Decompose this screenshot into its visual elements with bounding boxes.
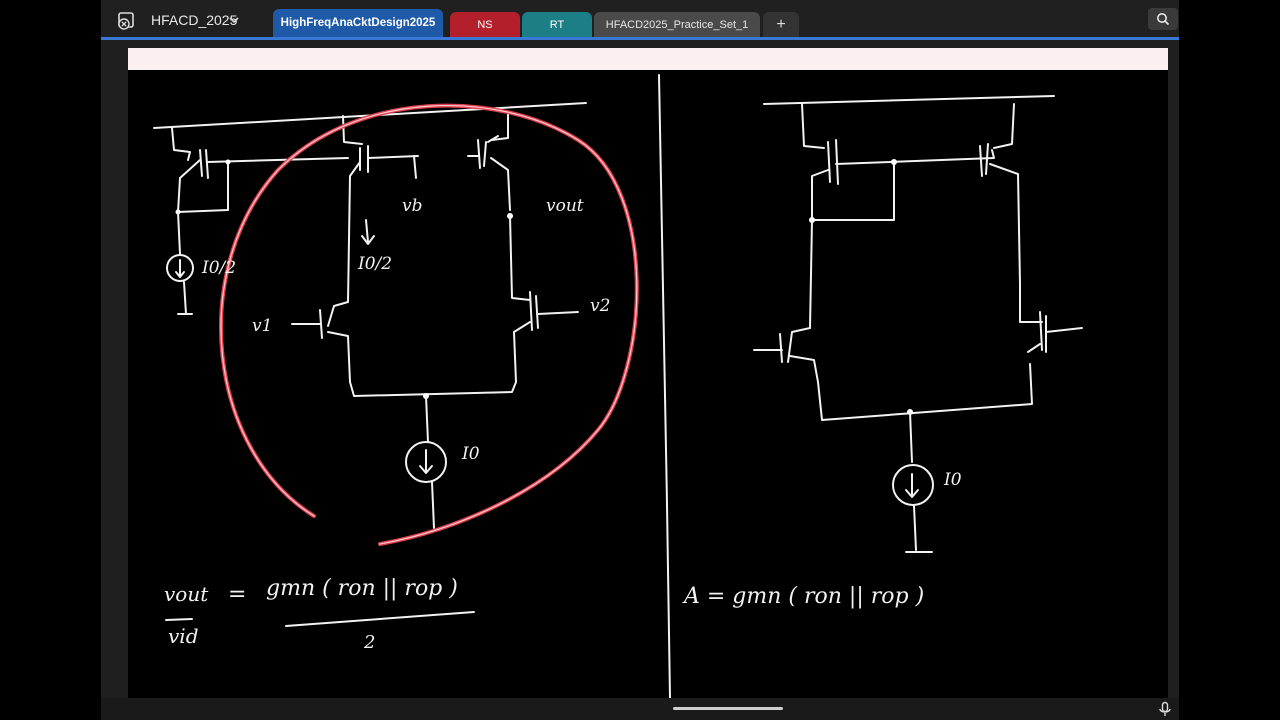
left-diff-amp-schematic [153,102,587,529]
ink-canvas[interactable]: vb vout I0/2 I0/2 v1 v2 I0 I0 vout vid =… [128,70,1168,698]
tab-ns[interactable]: NS [450,12,520,37]
section-accent-line [101,37,1179,40]
handwritten-drawing [153,74,1083,698]
notebook-name[interactable]: HFACD_2025 [151,12,237,28]
label-vout: vout [546,196,584,216]
tab-rt[interactable]: RT [522,12,592,37]
label-i0-half-branch: I0/2 [358,254,393,274]
tab-highfreqanacktdesign2025[interactable]: HighFreqAnaCktDesign2025 [273,9,443,37]
onenote-window: HFACD_2025 HighFreqAnaCktDesign2025 NS R… [101,0,1179,720]
search-icon [1157,13,1170,26]
equation-gain-right: A = gmn ( ron || rop ) [684,584,925,609]
status-bar [101,698,1179,720]
fraction-bar-lhs [165,618,193,621]
horizontal-scrollbar[interactable] [673,707,783,710]
label-v1: v1 [252,316,273,336]
add-tab-button[interactable]: + [763,12,799,37]
search-button[interactable] [1148,8,1178,30]
chevron-down-icon[interactable] [229,16,239,24]
tab-hfacd2025-practice-set-1[interactable]: HFACD2025_Practice_Set_1 [594,12,760,37]
equation-lhs-denominator: vid [168,624,199,648]
app-icon[interactable] [117,11,137,31]
microphone-icon[interactable] [1157,701,1173,717]
page-divider-line [658,74,671,698]
label-vb: vb [402,196,423,216]
equation-rhs-denominator: 2 [364,632,376,653]
page-title-area[interactable] [128,48,1168,70]
label-i0-right: I0 [944,470,962,490]
equation-lhs-numerator: vout [164,582,209,606]
highlight-circle [219,103,639,546]
equation-equals: = [228,582,247,607]
label-v2: v2 [590,296,611,316]
label-i0-left: I0 [462,444,480,464]
right-diff-amp-schematic [753,95,1083,553]
equation-rhs-numerator: gmn ( ron || rop ) [266,576,458,601]
label-i0-half-mirror: I0/2 [202,258,237,278]
fraction-bar-rhs [285,611,475,627]
title-bar: HFACD_2025 HighFreqAnaCktDesign2025 NS R… [101,0,1179,40]
